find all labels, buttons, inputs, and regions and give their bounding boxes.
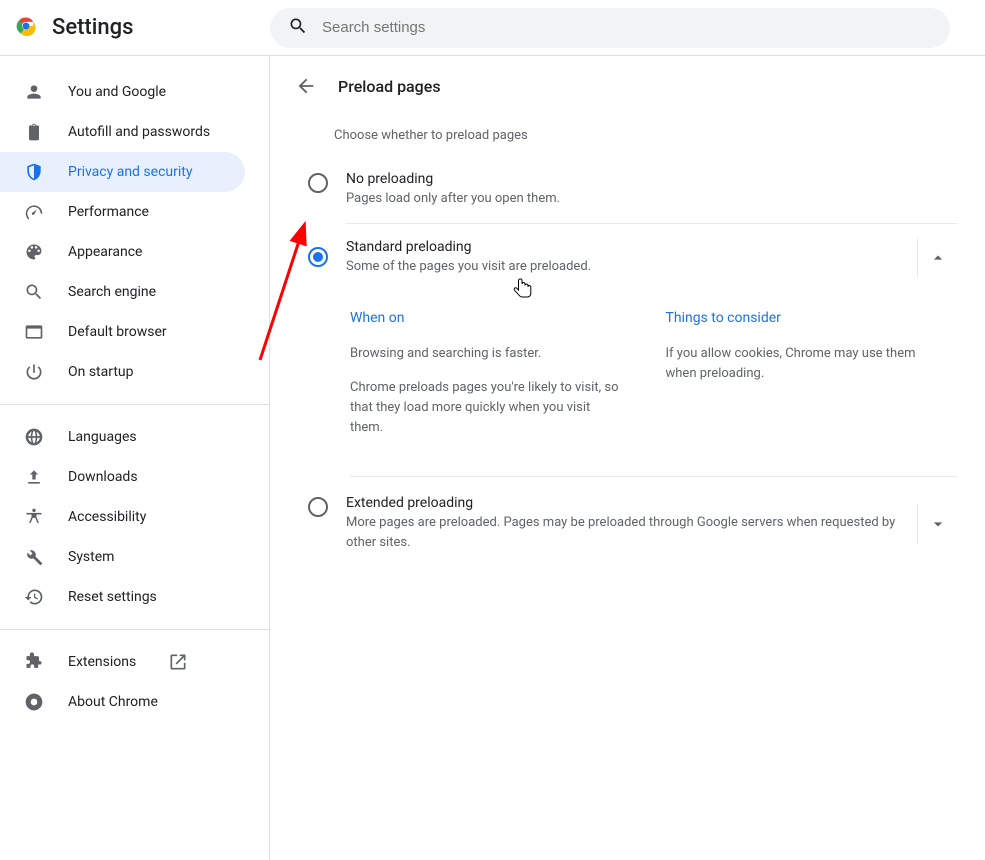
palette-icon — [24, 242, 44, 262]
sidebar-item-label: Languages — [68, 429, 137, 445]
extension-icon — [24, 652, 44, 672]
back-button[interactable] — [294, 74, 318, 98]
download-icon — [24, 467, 44, 487]
radio-option-extended-preloading[interactable]: Extended preloading More pages are prelo… — [302, 477, 957, 566]
globe-icon — [24, 427, 44, 447]
radio-option-standard-preloading[interactable]: Standard preloading Some of the pages yo… — [302, 223, 957, 292]
sidebar-item-label: System — [68, 549, 114, 565]
app-title: Settings — [52, 15, 133, 40]
person-icon — [24, 82, 44, 102]
sidebar-item-label: Autofill and passwords — [68, 124, 210, 140]
details-text: Browsing and searching is faster. — [350, 344, 626, 364]
sidebar-main-section: You and Google Autofill and passwords Pr… — [0, 72, 269, 404]
section-subhead: Choose whether to preload pages — [334, 128, 957, 143]
search-icon — [288, 16, 308, 40]
sidebar-item-label: Privacy and security — [68, 164, 192, 180]
sidebar-item-label: You and Google — [68, 84, 166, 100]
search-input[interactable] — [322, 19, 932, 36]
sidebar-item-about[interactable]: About Chrome — [0, 682, 245, 722]
sidebar-item-privacy[interactable]: Privacy and security — [0, 152, 245, 192]
sidebar-item-performance[interactable]: Performance — [0, 192, 245, 232]
sidebar-item-on-startup[interactable]: On startup — [0, 352, 245, 392]
sidebar-item-downloads[interactable]: Downloads — [0, 457, 245, 497]
power-icon — [24, 362, 44, 382]
sidebar-item-label: Search engine — [68, 284, 156, 300]
expand-button[interactable] — [917, 504, 957, 544]
radio-title: Standard preloading — [346, 239, 917, 255]
radio-option-no-preloading[interactable]: No preloading Pages load only after you … — [302, 157, 957, 223]
sidebar-item-label: Performance — [68, 204, 149, 220]
sidebar: You and Google Autofill and passwords Pr… — [0, 56, 270, 860]
sidebar-item-label: Accessibility — [68, 509, 146, 525]
sidebar-item-appearance[interactable]: Appearance — [0, 232, 245, 272]
wrench-icon — [24, 547, 44, 567]
sidebar-footer-section: Extensions About Chrome — [0, 629, 269, 734]
radio-desc: Pages load only after you open them. — [346, 189, 957, 209]
collapse-button[interactable] — [917, 238, 957, 278]
browser-icon — [24, 322, 44, 342]
details-text: If you allow cookies, Chrome may use the… — [666, 344, 942, 384]
details-col-title: When on — [350, 310, 626, 326]
sidebar-item-label: Default browser — [68, 324, 167, 340]
search-icon — [24, 282, 44, 302]
content-pane: Preload pages Choose whether to preload … — [270, 56, 985, 860]
sidebar-item-system[interactable]: System — [0, 537, 245, 577]
radio-title: Extended preloading — [346, 495, 917, 511]
radio-icon — [308, 173, 328, 193]
sidebar-item-label: On startup — [68, 364, 134, 380]
search-wrap — [270, 8, 950, 48]
standard-details-panel: When on Browsing and searching is faster… — [350, 292, 957, 478]
sidebar-item-label: About Chrome — [68, 694, 158, 710]
speedometer-icon — [24, 202, 44, 222]
radio-icon-selected — [308, 247, 328, 267]
sidebar-item-label: Appearance — [68, 244, 142, 260]
restore-icon — [24, 587, 44, 607]
details-col-consider: Things to consider If you allow cookies,… — [666, 310, 942, 453]
sidebar-item-autofill[interactable]: Autofill and passwords — [0, 112, 245, 152]
sidebar-item-languages[interactable]: Languages — [0, 417, 245, 457]
sidebar-item-search-engine[interactable]: Search engine — [0, 272, 245, 312]
page-header: Preload pages — [290, 74, 957, 98]
sidebar-item-label: Downloads — [68, 469, 138, 485]
search-box[interactable] — [270, 8, 950, 48]
chrome-icon — [24, 692, 44, 712]
sidebar-advanced-section: Languages Downloads Accessibility System… — [0, 404, 269, 629]
sidebar-item-reset[interactable]: Reset settings — [0, 577, 245, 617]
sidebar-item-accessibility[interactable]: Accessibility — [0, 497, 245, 537]
open-in-new-icon — [168, 652, 188, 672]
sidebar-item-label: Extensions — [68, 654, 136, 670]
details-col-when-on: When on Browsing and searching is faster… — [350, 310, 626, 453]
clipboard-icon — [24, 122, 44, 142]
sidebar-item-extensions[interactable]: Extensions — [0, 642, 245, 682]
radio-title: No preloading — [346, 171, 957, 187]
page-title: Preload pages — [338, 77, 441, 96]
details-col-title: Things to consider — [666, 310, 942, 326]
accessibility-icon — [24, 507, 44, 527]
sidebar-item-label: Reset settings — [68, 589, 157, 605]
chrome-logo-icon — [16, 16, 36, 40]
app-header: Settings — [0, 0, 985, 56]
details-text: Chrome preloads pages you're likely to v… — [350, 378, 626, 438]
header-logo-group: Settings — [16, 15, 270, 40]
radio-icon — [308, 497, 328, 517]
radio-desc: Some of the pages you visit are preloade… — [346, 257, 917, 277]
preload-radio-group: No preloading Pages load only after you … — [302, 157, 957, 566]
sidebar-item-default-browser[interactable]: Default browser — [0, 312, 245, 352]
shield-icon — [24, 162, 44, 182]
radio-desc: More pages are preloaded. Pages may be p… — [346, 513, 917, 552]
sidebar-item-you-and-google[interactable]: You and Google — [0, 72, 245, 112]
